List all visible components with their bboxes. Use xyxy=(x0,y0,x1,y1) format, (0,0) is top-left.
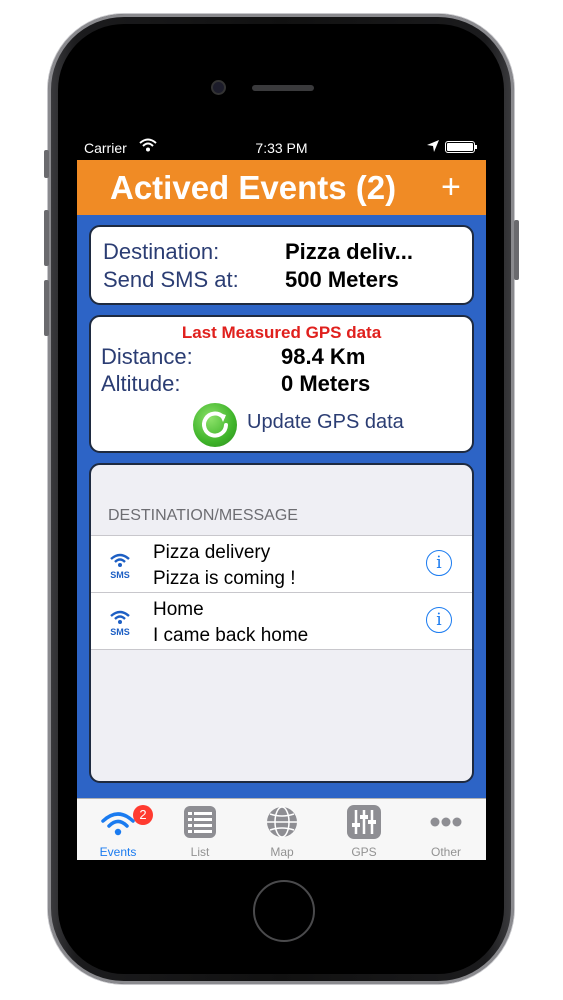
home-button[interactable] xyxy=(253,880,315,942)
info-icon[interactable]: i xyxy=(426,550,452,576)
app-screen: Carrier 7:33 PM Actived Events (2) + Des… xyxy=(77,135,486,860)
navigation-bar: Actived Events (2) + xyxy=(77,160,486,215)
destination-value: Pizza deliv... xyxy=(285,239,413,264)
tab-gps[interactable]: GPS xyxy=(323,799,405,860)
svg-text:SMS: SMS xyxy=(110,627,130,637)
volume-up-button xyxy=(44,210,49,266)
svg-text:SMS: SMS xyxy=(110,570,130,580)
destination-label: Destination: xyxy=(103,239,220,264)
gps-heading: Last Measured GPS data xyxy=(181,323,382,342)
tab-other[interactable]: Other xyxy=(405,799,486,860)
sliders-icon xyxy=(347,805,381,839)
list-item[interactable]: SMS Home I came back home i xyxy=(91,593,472,650)
list-icon xyxy=(184,806,216,838)
sms-icon: SMS xyxy=(110,553,130,580)
event-title: Pizza delivery xyxy=(153,542,271,563)
altitude-label: Altitude: xyxy=(101,371,181,396)
power-button xyxy=(514,220,519,280)
battery-tip xyxy=(475,145,477,149)
event-message: I came back home xyxy=(153,625,309,646)
mute-switch xyxy=(44,150,49,178)
tab-bar: 2 Events List Map GPS Other xyxy=(77,798,486,860)
destination-card: Destination: Pizza deliv... Send SMS at:… xyxy=(89,225,474,305)
tab-list[interactable]: List xyxy=(159,799,241,860)
front-camera xyxy=(213,82,224,93)
refresh-icon xyxy=(202,411,228,438)
tab-events[interactable]: 2 Events xyxy=(77,799,159,860)
wifi-icon xyxy=(101,812,135,836)
more-icon xyxy=(430,817,462,827)
list-item[interactable]: SMS Pizza delivery Pizza is coming ! i xyxy=(91,536,472,593)
event-message: Pizza is coming ! xyxy=(153,568,296,589)
events-list: SMS Pizza delivery Pizza is coming ! i S… xyxy=(91,535,472,650)
tab-map[interactable]: Map xyxy=(241,799,323,860)
tab-label: Other xyxy=(430,845,461,859)
page-title: Actived Events (2) xyxy=(110,169,397,206)
status-time: 7:33 PM xyxy=(255,140,308,156)
events-badge: 2 xyxy=(133,805,153,825)
earpiece-speaker xyxy=(252,85,314,91)
battery-icon xyxy=(445,141,475,153)
distance-value: 98.4 Km xyxy=(281,344,366,369)
tab-label: Map xyxy=(270,845,294,859)
altitude-value: 0 Meters xyxy=(281,371,371,396)
location-arrow-icon xyxy=(427,140,439,152)
volume-down-button xyxy=(44,280,49,336)
sms-icon: SMS xyxy=(110,610,130,637)
gps-card: Last Measured GPS data Distance: 98.4 Km… xyxy=(89,315,474,453)
add-event-button[interactable]: + xyxy=(441,168,461,207)
refresh-gps-button[interactable] xyxy=(193,403,237,447)
update-gps-link[interactable]: Update GPS data xyxy=(247,411,404,434)
globe-icon xyxy=(267,806,297,838)
section-header: DESTINATION/MESSAGE xyxy=(108,507,298,524)
status-bar: Carrier 7:33 PM xyxy=(77,135,486,160)
tab-label: Events xyxy=(99,845,137,859)
send-sms-label: Send SMS at: xyxy=(103,267,239,292)
event-title: Home xyxy=(153,599,204,620)
tab-label: List xyxy=(190,845,210,859)
tab-label: GPS xyxy=(351,845,377,859)
events-card: DESTINATION/MESSAGE SMS Pizza delivery P… xyxy=(89,463,474,783)
send-sms-value: 500 Meters xyxy=(285,267,399,292)
distance-label: Distance: xyxy=(101,344,193,369)
info-icon[interactable]: i xyxy=(426,607,452,633)
